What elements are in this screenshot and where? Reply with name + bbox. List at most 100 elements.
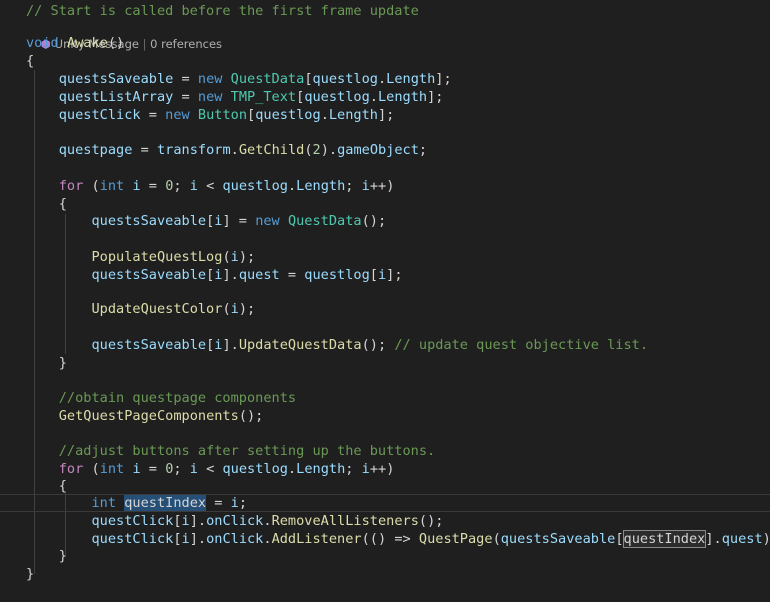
code-line[interactable]: questClick[i].onClick.RemoveAllListeners… bbox=[0, 512, 770, 530]
punctuation bbox=[26, 531, 91, 547]
method-name: GetChild bbox=[238, 142, 305, 158]
highlighted-identifier: questIndex bbox=[124, 495, 207, 511]
punctuation: . bbox=[377, 71, 387, 87]
punctuation: ]. bbox=[189, 531, 207, 547]
code-line[interactable]: void Awake() bbox=[0, 34, 770, 52]
punctuation: [ bbox=[173, 531, 182, 547]
punctuation bbox=[26, 443, 59, 459]
punctuation: ( bbox=[83, 461, 100, 477]
identifier: i bbox=[361, 178, 370, 194]
identifier: i bbox=[230, 249, 239, 265]
matched-identifier: questIndex bbox=[622, 530, 707, 548]
punctuation: { bbox=[26, 53, 35, 69]
method-name: GetQuestPageComponents bbox=[58, 408, 239, 424]
punctuation: ; bbox=[418, 142, 428, 158]
identifier: questsSaveable bbox=[500, 531, 616, 547]
punctuation bbox=[222, 71, 230, 87]
identifier: questsSaveable bbox=[91, 213, 207, 229]
identifier: questlog bbox=[222, 178, 288, 194]
punctuation: . bbox=[369, 89, 378, 105]
indent-guide bbox=[65, 214, 66, 354]
punctuation: ]; bbox=[386, 267, 403, 283]
code-line[interactable]: { bbox=[0, 52, 770, 70]
code-line[interactable]: questClick[i].onClick.AddListener(() => … bbox=[0, 530, 770, 548]
code-editor[interactable]: // Start is called before the first fram… bbox=[0, 0, 770, 602]
code-line[interactable]: } bbox=[0, 547, 770, 565]
keyword: int bbox=[91, 495, 117, 511]
control-keyword: for bbox=[58, 178, 84, 194]
punctuation bbox=[26, 513, 91, 529]
punctuation: [ bbox=[615, 531, 624, 547]
punctuation: = bbox=[173, 71, 198, 87]
identifier: questlog bbox=[304, 89, 370, 105]
punctuation: } bbox=[26, 548, 67, 564]
punctuation: ]. bbox=[189, 513, 207, 529]
code-line[interactable]: questsSaveable = new QuestData[questlog.… bbox=[0, 70, 770, 88]
code-line[interactable]: for (int i = 0; i < questlog.Length; i++… bbox=[0, 460, 770, 478]
code-line[interactable]: } bbox=[0, 565, 770, 583]
code-line[interactable]: //obtain questpage components bbox=[0, 389, 770, 407]
identifier: questClick bbox=[91, 513, 174, 529]
identifier: i bbox=[230, 301, 239, 317]
punctuation: (); bbox=[238, 408, 264, 424]
punctuation: < bbox=[197, 178, 223, 194]
identifier: Length bbox=[328, 107, 378, 123]
keyword: new bbox=[197, 71, 223, 87]
punctuation bbox=[222, 89, 230, 105]
code-line[interactable]: questClick = new Button[questlog.Length]… bbox=[0, 106, 770, 124]
code-line[interactable]: { bbox=[0, 477, 770, 495]
keyword: new bbox=[197, 89, 223, 105]
code-line[interactable]: questsSaveable[i].quest = questlog[i]; bbox=[0, 266, 770, 284]
punctuation bbox=[26, 267, 91, 283]
identifier: i bbox=[230, 495, 239, 511]
type-name: TMP_Text bbox=[230, 89, 297, 105]
punctuation: } bbox=[26, 566, 35, 582]
punctuation: ; bbox=[345, 461, 362, 477]
code-line[interactable]: PopulateQuestLog(i); bbox=[0, 248, 770, 266]
code-line[interactable]: questsSaveable[i] = new QuestData(); bbox=[0, 212, 770, 230]
punctuation: ). bbox=[320, 142, 338, 158]
identifier: Length bbox=[377, 89, 428, 105]
method-name: UpdateQuestColor bbox=[91, 301, 223, 317]
punctuation: (); bbox=[361, 213, 387, 229]
punctuation bbox=[26, 408, 59, 424]
punctuation: ]. bbox=[222, 267, 239, 283]
identifier: i bbox=[181, 531, 190, 547]
identifier: transform bbox=[156, 142, 231, 158]
code-line[interactable]: } bbox=[0, 354, 770, 372]
keyword: new bbox=[165, 107, 190, 123]
punctuation: ]. bbox=[705, 531, 722, 547]
keyword: void bbox=[26, 35, 59, 51]
identifier: onClick bbox=[206, 513, 264, 529]
keyword: new bbox=[255, 213, 280, 229]
identifier: i bbox=[132, 178, 141, 194]
punctuation: ; bbox=[345, 178, 362, 194]
code-line[interactable]: // Start is called before the first fram… bbox=[0, 2, 770, 20]
current-code-line[interactable]: int questIndex = i; bbox=[0, 494, 770, 512]
punctuation: ( bbox=[83, 178, 100, 194]
punctuation: . bbox=[287, 461, 297, 477]
identifier: questClick bbox=[58, 107, 141, 123]
identifier: questsSaveable bbox=[91, 337, 207, 353]
punctuation: ]; bbox=[377, 107, 395, 123]
keyword: int bbox=[99, 178, 125, 194]
code-line[interactable]: { bbox=[0, 195, 770, 213]
code-line[interactable]: questpage = transform.GetChild(2).gameOb… bbox=[0, 141, 770, 159]
identifier: questlog bbox=[312, 71, 378, 87]
method-name: QuestPage bbox=[418, 531, 493, 547]
punctuation bbox=[26, 89, 59, 105]
punctuation: ++) bbox=[369, 461, 395, 477]
code-line[interactable]: questListArray = new TMP_Text[questlog.L… bbox=[0, 88, 770, 106]
method-name: Awake bbox=[66, 35, 108, 51]
code-line[interactable]: questsSaveable[i].UpdateQuestData(); // … bbox=[0, 336, 770, 354]
punctuation bbox=[26, 495, 91, 511]
punctuation bbox=[26, 461, 59, 477]
punctuation: . bbox=[263, 531, 272, 547]
code-line[interactable]: GetQuestPageComponents(); bbox=[0, 407, 770, 425]
code-line[interactable]: UpdateQuestColor(i); bbox=[0, 300, 770, 318]
code-line[interactable]: //adjust buttons after setting up the bu… bbox=[0, 442, 770, 460]
code-line[interactable]: for (int i = 0; i < questlog.Length; i++… bbox=[0, 177, 770, 195]
punctuation bbox=[26, 301, 91, 317]
punctuation: ]; bbox=[427, 89, 444, 105]
identifier: i bbox=[181, 513, 190, 529]
